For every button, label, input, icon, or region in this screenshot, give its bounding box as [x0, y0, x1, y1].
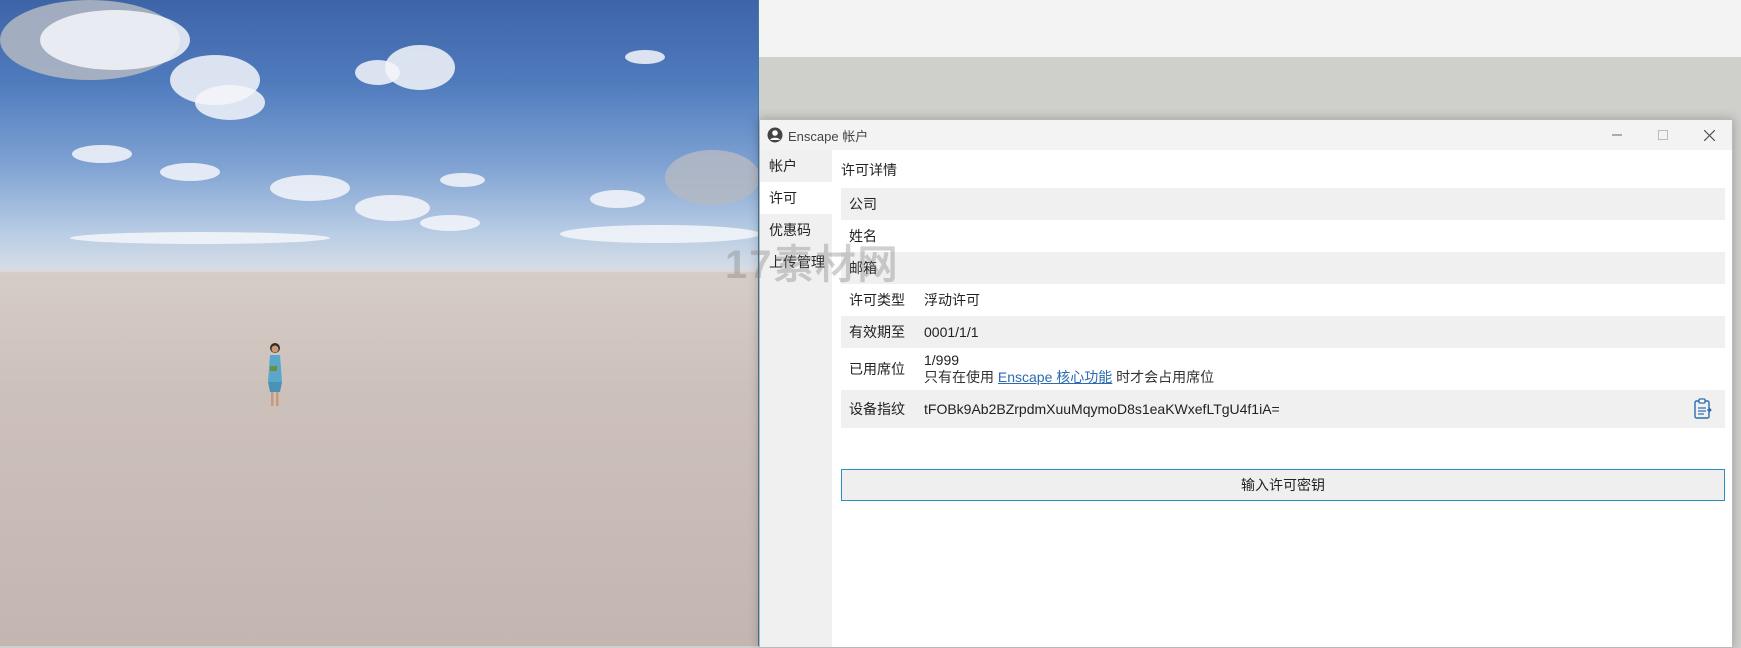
- row-company: 公司: [841, 188, 1725, 220]
- license-details-table: 公司 姓名 邮箱 许可类型 浮动许可 有效期至 0001/1/1 已用席位 1/…: [841, 188, 1725, 428]
- sidebar-item-account[interactable]: 帐户: [760, 150, 832, 182]
- sidebar-item-coupon[interactable]: 优惠码: [760, 214, 832, 246]
- account-icon: [767, 127, 783, 143]
- sidebar-item-license[interactable]: 许可: [760, 182, 832, 214]
- dialog-titlebar[interactable]: Enscape 帐户: [760, 120, 1732, 150]
- license-content: 许可详情 公司 姓名 邮箱 许可类型 浮动许可 有效期至 0001/1/1 已用…: [832, 150, 1730, 647]
- row-valid-until: 有效期至 0001/1/1: [841, 316, 1725, 348]
- fingerprint-value: tFOBk9Ab2BZrpdmXuuMqymoD8s1eaKWxefLTgU4f…: [924, 401, 1280, 417]
- background-app-toolbar: [759, 0, 1741, 58]
- minimize-icon: [1612, 134, 1622, 136]
- ground-plane: [0, 272, 758, 646]
- cloud: [355, 195, 430, 221]
- render-viewport[interactable]: [0, 0, 759, 646]
- person-figure: [268, 343, 282, 406]
- cloud: [625, 50, 665, 64]
- company-label: 公司: [849, 196, 877, 212]
- cloud: [355, 60, 400, 85]
- enscape-account-dialog: Enscape 帐户 帐户 许可 优惠码 上传管理 许可详情 公司 姓名 邮箱 …: [759, 119, 1733, 648]
- name-label: 姓名: [849, 228, 877, 244]
- sidebar-item-upload-management[interactable]: 上传管理: [760, 246, 832, 278]
- seats-label: 已用席位: [849, 361, 905, 377]
- valid-until-label: 有效期至: [849, 324, 905, 340]
- valid-until-value: 0001/1/1: [924, 324, 979, 340]
- cloud: [72, 145, 132, 163]
- cloud: [270, 175, 350, 201]
- enscape-core-features-link[interactable]: Enscape 核心功能: [998, 369, 1112, 385]
- seats-value-block: 1/999 只有在使用 Enscape 核心功能 时才会占用席位: [924, 352, 1725, 386]
- row-seats: 已用席位 1/999 只有在使用 Enscape 核心功能 时才会占用席位: [841, 348, 1725, 390]
- cloud: [40, 10, 190, 70]
- maximize-button[interactable]: [1640, 120, 1686, 150]
- dialog-title: Enscape 帐户: [788, 128, 869, 144]
- seats-note: 只有在使用 Enscape 核心功能 时才会占用席位: [924, 369, 1725, 386]
- seats-value: 1/999: [924, 352, 960, 368]
- row-license-type: 许可类型 浮动许可: [841, 284, 1725, 316]
- cloud: [420, 215, 480, 231]
- enter-license-key-button[interactable]: 输入许可密钥: [841, 469, 1725, 501]
- row-device-fingerprint: 设备指纹 tFOBk9Ab2BZrpdmXuuMqymoD8s1eaKWxefL…: [841, 390, 1725, 428]
- maximize-icon: [1658, 130, 1668, 140]
- row-email: 邮箱: [841, 252, 1725, 284]
- cloud: [665, 150, 758, 205]
- account-sidebar: 帐户 许可 优惠码 上传管理: [760, 150, 832, 647]
- cloud: [70, 232, 330, 244]
- license-type-label: 许可类型: [849, 292, 905, 308]
- email-label: 邮箱: [849, 260, 877, 276]
- cloud: [590, 190, 645, 208]
- clipboard-icon[interactable]: [1693, 398, 1713, 420]
- close-icon: [1703, 129, 1715, 141]
- cloud: [195, 85, 265, 120]
- section-title: 许可详情: [841, 162, 897, 178]
- row-name: 姓名: [841, 220, 1725, 252]
- close-button[interactable]: [1686, 120, 1732, 150]
- fingerprint-label: 设备指纹: [849, 401, 905, 417]
- seats-note-prefix: 只有在使用: [924, 369, 998, 385]
- license-type-value: 浮动许可: [924, 292, 980, 308]
- cloud: [560, 225, 758, 243]
- cloud: [160, 163, 220, 181]
- cloud: [440, 173, 485, 187]
- seats-note-suffix: 时才会占用席位: [1112, 369, 1215, 385]
- minimize-button[interactable]: [1594, 120, 1640, 150]
